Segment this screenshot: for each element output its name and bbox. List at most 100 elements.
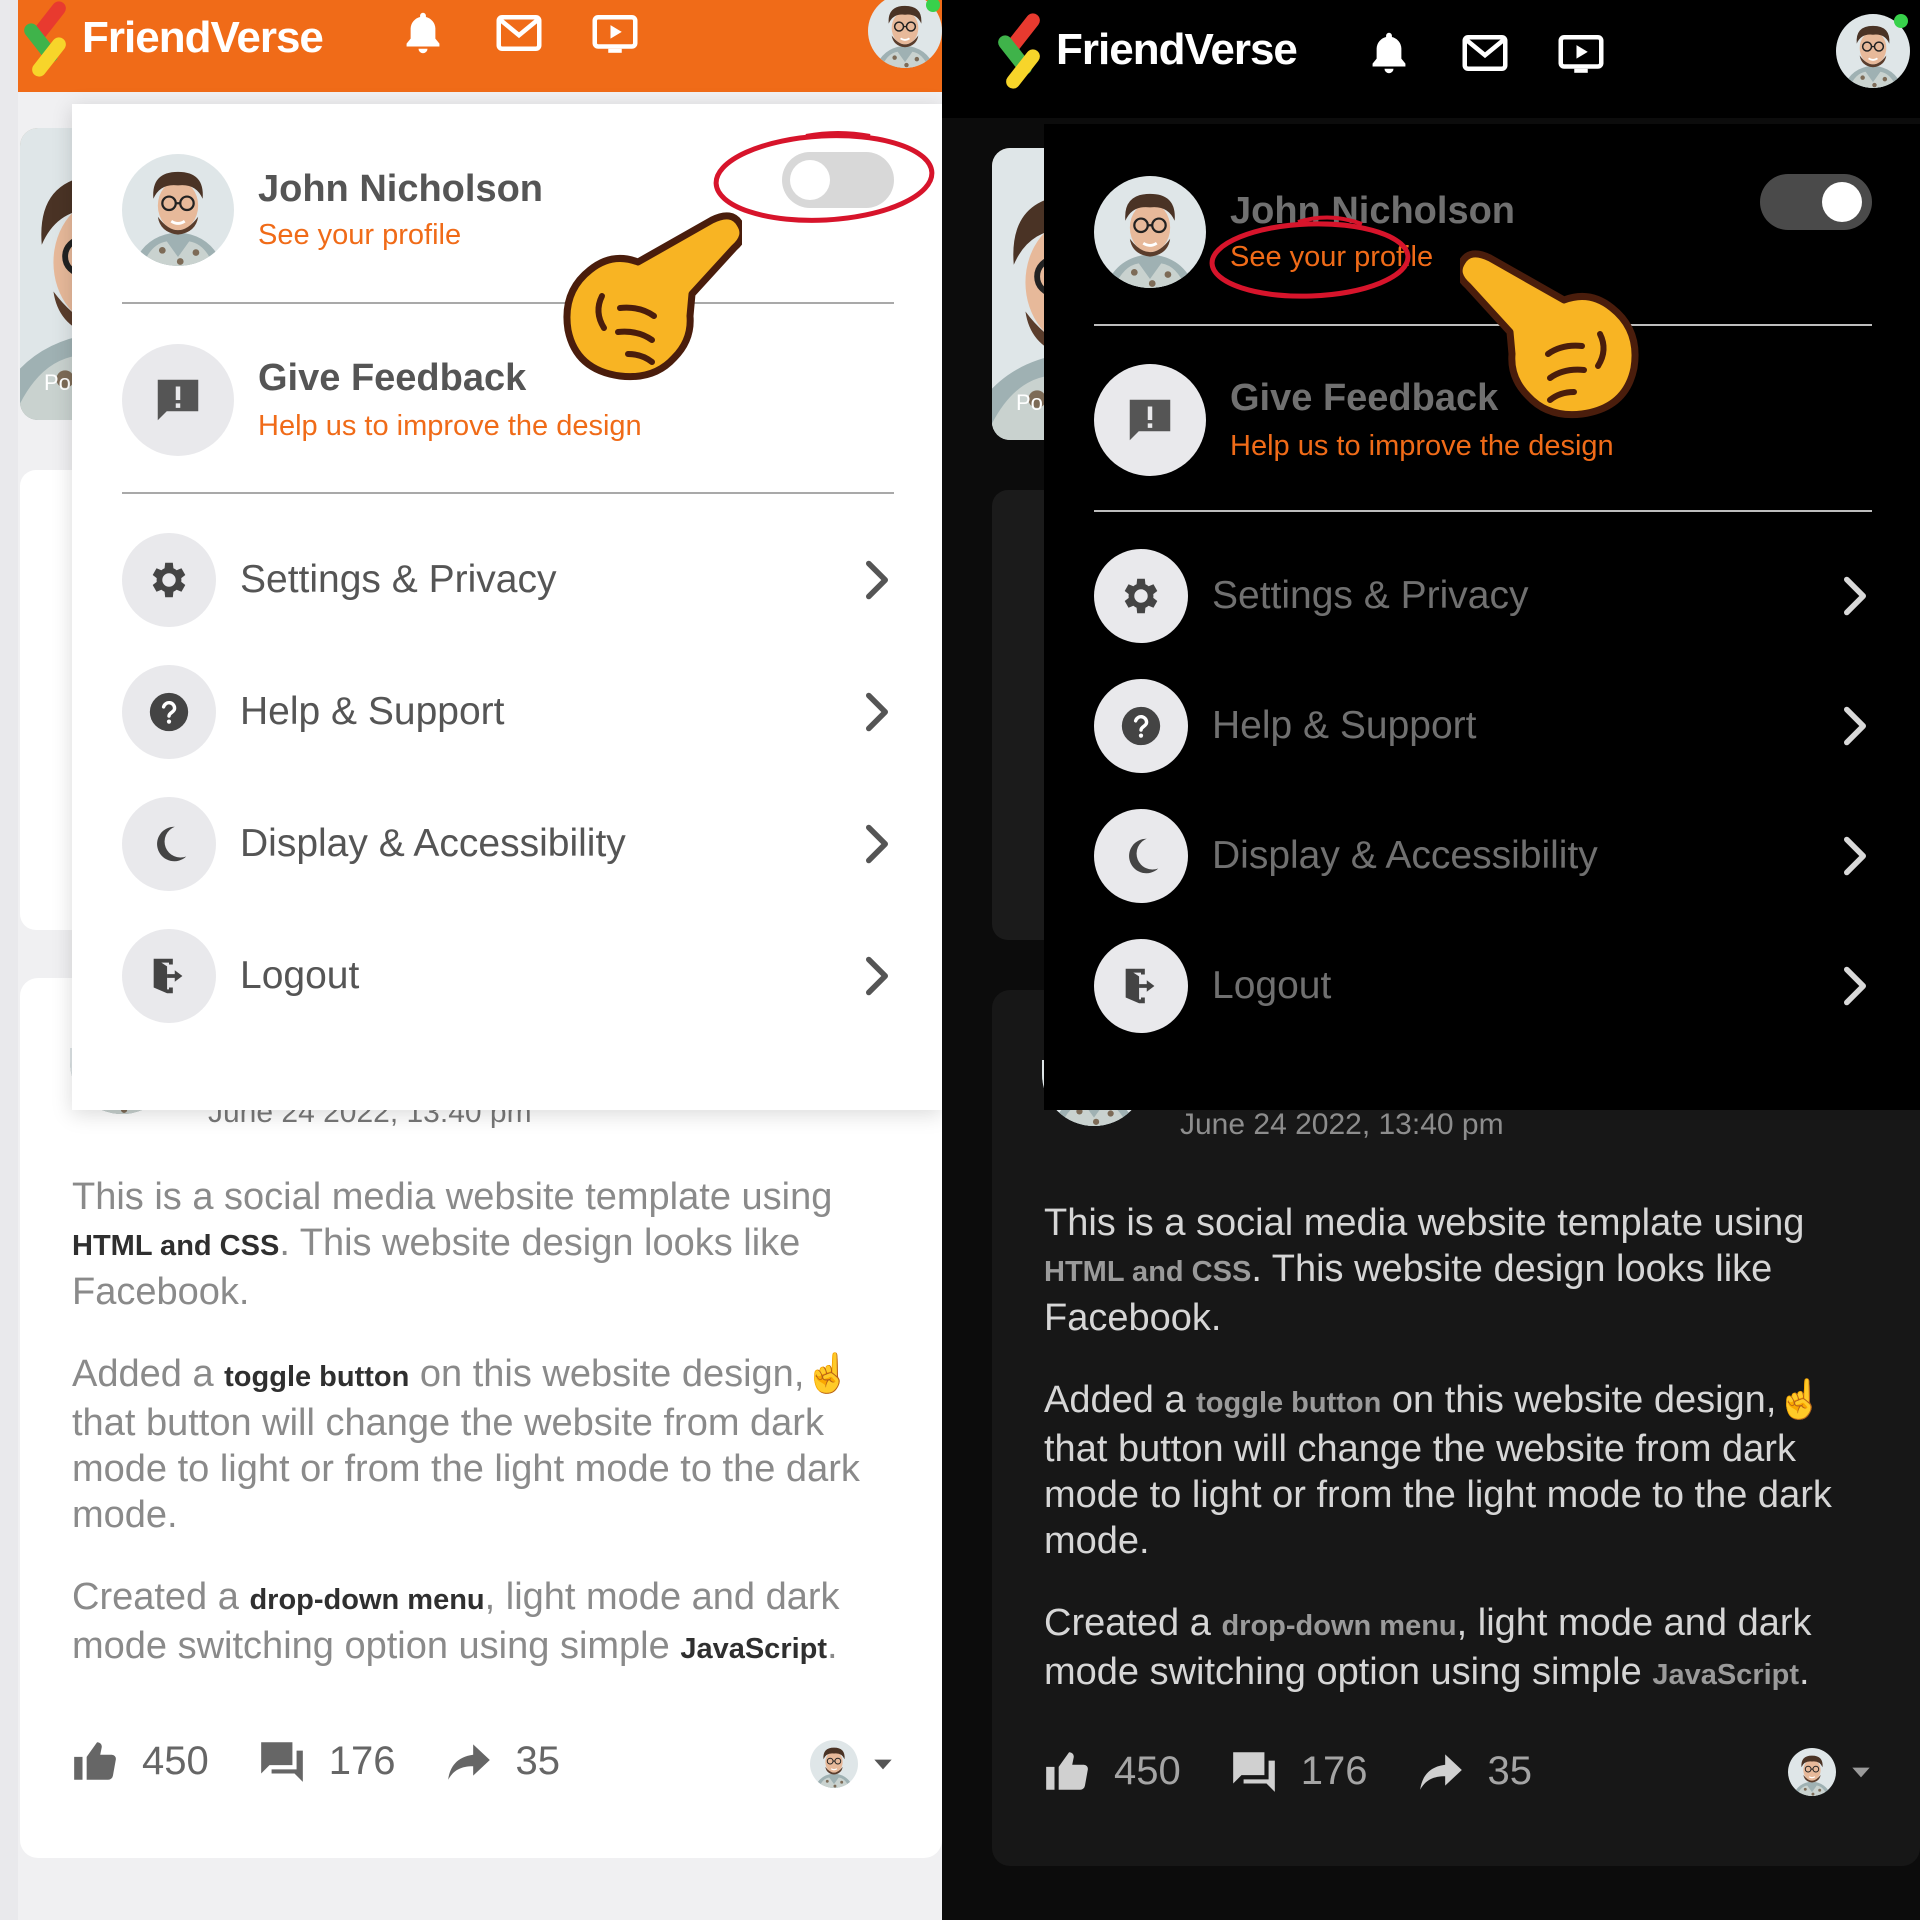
online-status-dot [1894,14,1908,28]
gear-icon-circle [1094,549,1188,643]
menu-item-label: Settings & Privacy [1212,574,1529,617]
feedback-alert-icon [151,373,205,427]
post-stats: 450 176 35 [70,1736,586,1786]
menu-item-label: Display & Accessibility [1212,834,1598,877]
profile-name: John Nicholson [258,168,543,210]
red-circle-annotation [1209,215,1411,299]
pointing-hand-emoji: ☝ [1776,1379,1824,1421]
moon-icon [146,821,192,867]
mini-avatar [1788,1748,1836,1796]
gear-icon-circle [122,533,216,627]
brand-logo[interactable]: FriendVerse [21,0,324,80]
chevron-right-icon [860,690,894,734]
like-icon[interactable] [1042,1746,1092,1796]
moon-icon [1118,833,1164,879]
menu-item-help-support[interactable]: Help & Support [122,664,894,760]
chevron-right-icon [860,822,894,866]
question-icon [1118,703,1164,749]
mail-icon[interactable] [492,6,546,60]
pointing-hand-emoji: ☝ [804,1353,852,1395]
menu-item-display-accessibility[interactable]: Display & Accessibility [122,796,894,892]
question-icon-circle [1094,679,1188,773]
share-count: 35 [515,1738,561,1783]
post-card: June 24 2022, 13:40 pm This is a social … [992,990,1920,1866]
comment-count: 176 [328,1738,396,1783]
comment-icon[interactable] [257,1736,307,1786]
logo-mark [21,0,78,80]
chevron-right-icon [1838,704,1872,748]
dark-mode-toggle[interactable] [1760,174,1872,230]
gear-icon [146,557,192,603]
pointing-hand-annotation [1460,250,1660,420]
comment-count: 176 [1300,1748,1368,1793]
mini-avatar [810,1740,858,1788]
divider [122,492,894,494]
brand-name: FriendVerse [1056,25,1298,74]
mail-icon[interactable] [1458,26,1512,80]
post-date: June 24 2022, 13:40 pm [1180,1108,1504,1141]
nav-icons [396,6,642,60]
feedback-icon-circle [1094,364,1206,476]
feedback-icon-circle [122,344,234,456]
share-icon[interactable] [1416,1746,1466,1796]
profile-avatar [122,154,234,266]
pointing-hand-annotation [542,212,742,382]
menu-item-logout[interactable]: Logout [1094,938,1872,1034]
nav-icons [1362,26,1608,80]
bell-icon[interactable] [396,6,450,60]
logout-icon [146,953,192,999]
menu-item-display-accessibility[interactable]: Display & Accessibility [1094,808,1872,904]
profile-row[interactable]: John Nicholson See your profile [122,154,543,266]
share-icon[interactable] [444,1736,494,1786]
menu-item-settings-privacy[interactable]: Settings & Privacy [1094,548,1872,644]
comment-icon[interactable] [1229,1746,1279,1796]
question-icon-circle [122,665,216,759]
share-count: 35 [1487,1748,1533,1793]
top-navbar: FriendVerse [942,0,1920,118]
feedback-alert-icon [1123,393,1177,447]
see-profile-link[interactable]: See your profile [258,219,543,252]
red-circle-annotation [713,131,935,223]
video-icon[interactable] [1554,26,1608,80]
menu-item-settings-privacy[interactable]: Settings & Privacy [122,532,894,628]
menu-item-label: Logout [1212,964,1332,1007]
menu-item-help-support[interactable]: Help & Support [1094,678,1872,774]
bell-icon[interactable] [1362,26,1416,80]
like-count: 450 [1114,1748,1181,1793]
feedback-subtitle: Help us to improve the design [1230,430,1614,462]
logout-icon [1118,963,1164,1009]
story-label: Po [44,370,71,395]
online-status-dot [926,0,940,12]
chevron-right-icon [860,954,894,998]
post-audience-selector[interactable] [810,1740,896,1788]
menu-item-label: Logout [240,954,360,997]
brand-name: FriendVerse [82,13,324,62]
logout-icon-circle [122,929,216,1023]
light-mode-screenshot: Po June 24 2022, 13:40 pm This is a soci… [18,0,942,1920]
caret-down-icon [870,1751,896,1777]
post-body: This is a social media website template … [72,1176,860,1667]
menu-item-label: Help & Support [240,690,505,733]
chevron-right-icon [1838,574,1872,618]
divider [122,302,894,304]
menu-item-label: Settings & Privacy [240,558,557,601]
feedback-subtitle: Help us to improve the design [258,410,642,442]
brand-logo[interactable]: FriendVerse [995,10,1298,92]
chevron-right-icon [860,558,894,602]
settings-dropdown-menu: John Nicholson See your profile Give Fee… [72,104,942,1110]
post-stats: 450 176 35 [1042,1746,1558,1796]
moon-icon-circle [122,797,216,891]
menu-item-logout[interactable]: Logout [122,928,894,1024]
profile-avatar [1094,176,1206,288]
toggle-knob [1822,182,1862,222]
post-body: This is a social media website template … [1044,1202,1832,1693]
divider [1094,510,1872,512]
menu-item-label: Help & Support [1212,704,1477,747]
like-icon[interactable] [70,1736,120,1786]
logout-icon-circle [1094,939,1188,1033]
dark-mode-screenshot: Po June 24 2022, 13:40 pm This is a soci… [942,0,1920,1920]
post-card: June 24 2022, 13:40 pm This is a social … [20,978,942,1858]
menu-item-label: Display & Accessibility [240,822,626,865]
video-icon[interactable] [588,6,642,60]
post-audience-selector[interactable] [1788,1748,1874,1796]
